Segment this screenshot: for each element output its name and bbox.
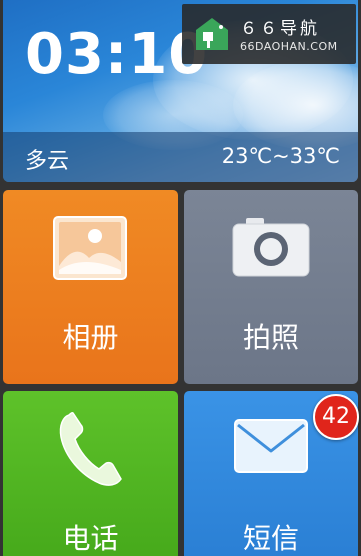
watermark-title: ６６导航 bbox=[240, 19, 320, 39]
weather-info-bar: 多云 23℃~33℃ bbox=[3, 132, 358, 182]
site-watermark: ６６导航 66DAOHAN.COM bbox=[182, 4, 356, 64]
weather-temperature: 23℃~33℃ bbox=[221, 144, 340, 168]
app-tile-photos[interactable]: 相册 bbox=[3, 190, 178, 384]
home-screen: 03:10 多云 23℃~33℃ ６６导航 66DAOHAN.COM 相册 拍照… bbox=[0, 0, 361, 556]
app-label-camera: 拍照 bbox=[242, 321, 299, 354]
watermark-subtitle: 66DAOHAN.COM bbox=[240, 40, 338, 53]
app-tile-phone[interactable]: 电话 bbox=[3, 391, 178, 556]
clock-time: 03:10 bbox=[25, 22, 209, 87]
house-logo-icon bbox=[196, 18, 228, 50]
camera-icon bbox=[232, 218, 310, 277]
weather-condition: 多云 bbox=[25, 149, 70, 174]
app-label-photos: 相册 bbox=[62, 321, 119, 354]
app-tile-camera[interactable]: 拍照 bbox=[184, 190, 358, 384]
app-label-messages: 短信 bbox=[242, 522, 299, 555]
app-label-phone: 电话 bbox=[62, 522, 119, 555]
phone-icon bbox=[59, 412, 122, 486]
unread-count-badge: 42 bbox=[313, 394, 359, 440]
envelope-icon bbox=[234, 419, 308, 473]
photo-gallery-icon bbox=[53, 216, 127, 280]
